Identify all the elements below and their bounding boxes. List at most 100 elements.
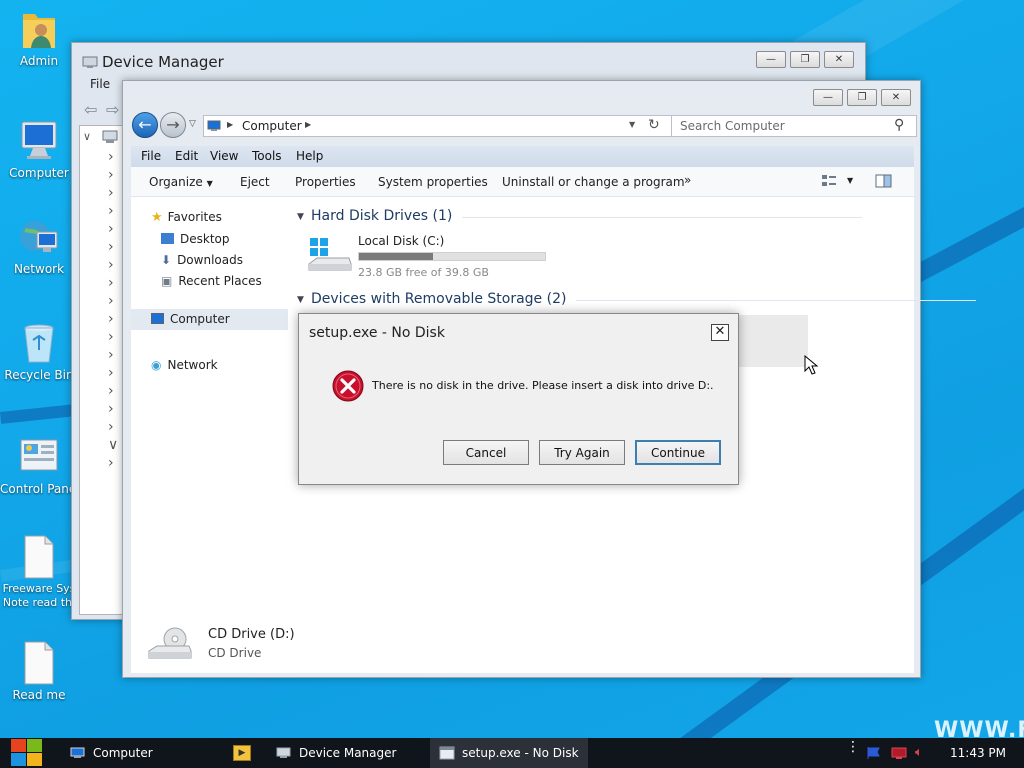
minimize-button[interactable]: — — [813, 89, 843, 106]
eject-button[interactable]: Eject — [240, 175, 270, 189]
desktop-icon-admin[interactable]: Admin — [0, 6, 78, 69]
nav-recent-places[interactable]: ▣ Recent Places — [161, 274, 262, 288]
recent-places-icon: ▣ — [161, 274, 173, 288]
cancel-button[interactable]: Cancel — [443, 440, 529, 465]
document-icon — [17, 640, 61, 686]
disk-usage-bar — [358, 252, 546, 261]
breadcrumb-computer[interactable]: Computer — [242, 119, 302, 133]
chevron-right-icon[interactable]: › — [108, 257, 114, 273]
forward-button[interactable]: → — [160, 112, 186, 138]
taskbar-item-setup-dialog[interactable]: setup.exe - No Disk — [430, 738, 588, 768]
desktop-icon-network[interactable]: Network — [0, 214, 78, 277]
refresh-icon[interactable]: ↻ — [648, 117, 660, 133]
collapse-group-icon[interactable]: ▼ — [297, 295, 304, 305]
desktop-icon-computer[interactable]: Computer — [0, 118, 78, 181]
view-dropdown-icon[interactable]: ▼ — [847, 176, 853, 185]
collapse-group-icon[interactable]: ▼ — [297, 212, 304, 222]
continue-button[interactable]: Continue — [635, 440, 721, 465]
chevron-right-icon[interactable]: › — [108, 149, 114, 165]
device-manager-icon — [82, 54, 98, 73]
try-again-button[interactable]: Try Again — [539, 440, 625, 465]
device-tree[interactable]: ∨ — [79, 125, 125, 615]
chevron-right-icon[interactable]: › — [108, 401, 114, 417]
nav-favorites[interactable]: ★ Favorites — [151, 210, 222, 225]
chevron-right-icon[interactable]: › — [108, 239, 114, 255]
search-icon[interactable]: ⚲ — [894, 117, 904, 133]
chevron-right-icon[interactable]: › — [108, 383, 114, 399]
computer-icon — [70, 741, 86, 758]
group-removable-storage[interactable]: Devices with Removable Storage (2) — [311, 291, 978, 307]
nav-downloads[interactable]: ⬇ Downloads — [161, 253, 243, 267]
taskbar-item-device-manager[interactable]: Device Manager — [268, 738, 423, 768]
nav-network[interactable]: ◉ Network — [151, 358, 218, 372]
network-tray-icon[interactable] — [891, 746, 907, 763]
chevron-right-icon[interactable]: › — [108, 365, 114, 381]
action-center-flag-icon[interactable] — [866, 746, 882, 763]
volume-muted-icon[interactable]: 🔈︎ — [915, 745, 923, 760]
media-player-icon[interactable]: ▶ — [233, 745, 251, 761]
desktop-icon — [161, 233, 174, 244]
chevron-right-icon[interactable]: › — [108, 419, 114, 435]
search-box[interactable]: Search Computer ⚲ — [671, 115, 917, 137]
address-dropdown-icon[interactable]: ▼ — [629, 120, 635, 129]
details-pane: CD Drive (D:) CD Drive — [131, 607, 914, 673]
organize-button[interactable]: Organize ▼ — [149, 175, 213, 189]
maximize-button[interactable]: ❐ — [847, 89, 877, 106]
local-disk-name: Local Disk (C:) — [358, 234, 445, 248]
minimize-button[interactable]: — — [756, 51, 786, 68]
dialog-close-button[interactable]: ✕ — [711, 324, 729, 341]
nav-computer[interactable]: Computer — [131, 309, 288, 330]
chevron-down-icon[interactable]: ∨ — [108, 437, 118, 453]
menu-file[interactable]: File — [141, 149, 161, 163]
chevron-right-icon[interactable]: › — [108, 293, 114, 309]
chevron-right-icon[interactable]: › — [108, 275, 114, 291]
chevron-right-icon[interactable]: › — [108, 347, 114, 363]
close-button[interactable]: ✕ — [881, 89, 911, 106]
mouse-cursor-icon — [804, 354, 819, 378]
menu-edit[interactable]: Edit — [175, 149, 198, 163]
clock[interactable]: 11:43 PM — [950, 746, 1006, 760]
search-input[interactable]: Search Computer — [680, 119, 785, 133]
more-commands-icon[interactable]: » — [684, 173, 691, 187]
menu-view[interactable]: View — [210, 149, 238, 163]
menu-tools[interactable]: Tools — [252, 149, 282, 163]
start-button[interactable] — [0, 738, 53, 768]
recent-locations-chevron-icon[interactable]: ▽ — [189, 119, 196, 129]
local-disk-item[interactable]: Local Disk (C:) 23.8 GB free of 39.8 GB — [305, 234, 565, 282]
system-properties-button[interactable]: System properties — [378, 175, 488, 189]
cd-drive-icon — [147, 625, 193, 668]
device-manager-icon — [276, 741, 292, 758]
desktop-icon-control-panel[interactable]: Control Panel — [0, 434, 78, 497]
chevron-right-icon[interactable]: › — [108, 329, 114, 345]
maximize-button[interactable]: ❐ — [790, 51, 820, 68]
details-type: CD Drive — [208, 646, 262, 660]
chevron-right-icon[interactable]: › — [108, 203, 114, 219]
group-hard-disk-drives[interactable]: Hard Disk Drives (1) — [311, 208, 864, 224]
uninstall-program-button[interactable]: Uninstall or change a program — [502, 175, 685, 189]
nav-desktop[interactable]: Desktop — [161, 232, 230, 246]
back-arrow-icon[interactable]: ⇦ — [84, 100, 97, 119]
menu-file[interactable]: File — [90, 77, 110, 91]
close-button[interactable]: ✕ — [824, 51, 854, 68]
properties-button[interactable]: Properties — [295, 175, 356, 189]
chevron-right-icon[interactable]: › — [108, 455, 114, 471]
forward-arrow-icon[interactable]: ⇨ — [106, 100, 119, 119]
chevron-right-icon[interactable]: › — [108, 221, 114, 237]
network-icon — [17, 214, 61, 260]
preview-pane-icon[interactable] — [875, 173, 892, 192]
no-disk-dialog[interactable]: setup.exe - No Disk ✕ There is no disk i… — [298, 313, 739, 485]
chevron-down-icon[interactable]: ∨ — [83, 130, 91, 143]
view-options-icon[interactable] — [821, 173, 837, 192]
menu-help[interactable]: Help — [296, 149, 323, 163]
desktop-icon-freeware-note[interactable]: Freeware Sys Note read thi — [0, 534, 78, 610]
chevron-right-icon[interactable]: › — [108, 311, 114, 327]
tray-overflow-icon[interactable]: ⋮ — [846, 740, 860, 754]
desktop-icon-read-me[interactable]: Read me — [0, 640, 78, 703]
command-bar: Organize ▼ Eject Properties System prope… — [131, 167, 914, 197]
back-button[interactable]: ← — [132, 112, 158, 138]
taskbar-item-computer[interactable]: Computer — [62, 738, 220, 768]
removable-item-selected[interactable] — [738, 315, 808, 367]
desktop-icon-recycle-bin[interactable]: Recycle Bin — [0, 320, 78, 383]
chevron-right-icon[interactable]: › — [108, 167, 114, 183]
chevron-right-icon[interactable]: › — [108, 185, 114, 201]
